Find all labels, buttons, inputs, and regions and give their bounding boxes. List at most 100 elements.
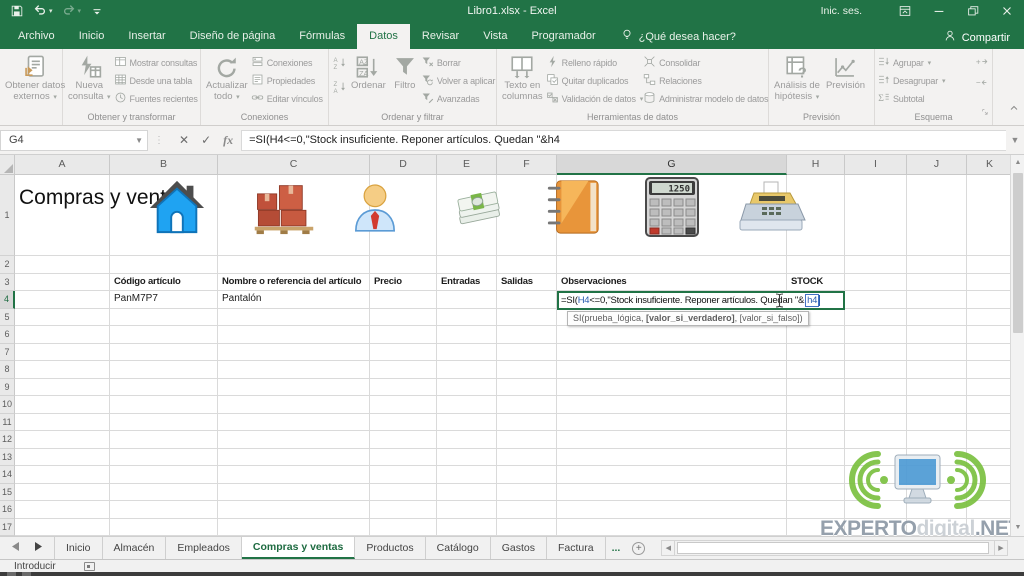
column-header-F[interactable]: F [497, 155, 557, 175]
house-image[interactable] [148, 178, 206, 241]
ribbon-button-actualizar-todo[interactable]: Actualizar todo ▾ [203, 52, 251, 104]
row-header-15[interactable]: 15 [0, 483, 15, 501]
row-header-4[interactable]: 4 [0, 291, 15, 309]
row-header-3[interactable]: 3 [0, 273, 15, 291]
tab-insertar[interactable]: Insertar [116, 24, 177, 49]
macro-record-icon[interactable] [83, 561, 95, 571]
notebook-image[interactable] [541, 178, 605, 241]
cell-G3[interactable]: Observaciones [558, 274, 788, 292]
hscroll-left-icon[interactable]: ◀ [662, 541, 676, 555]
ribbon-button-consolidar[interactable]: Consolidar [643, 55, 768, 70]
ribbon-button-texto-en-columnas[interactable]: Texto en columnas [499, 52, 546, 103]
ribbon-button-borrar[interactable]: Borrar [421, 55, 495, 70]
cash-register-image[interactable] [734, 181, 810, 240]
ribbon-button-hide-detail[interactable]: − [975, 76, 988, 94]
cell-D3[interactable]: Precio [371, 274, 438, 292]
tab-revisar[interactable]: Revisar [410, 24, 471, 49]
ribbon-button-editar-vinculos[interactable]: Editar vínculos [251, 91, 323, 106]
ribbon-button-filtro[interactable]: Filtro [389, 52, 421, 103]
share-button[interactable]: Compartir [943, 29, 1010, 46]
sheet-nav-left-icon[interactable] [12, 542, 20, 554]
cell-A1[interactable]: Compras y ventas [16, 175, 188, 256]
expand-formula-bar-icon[interactable]: ▼ [1006, 135, 1024, 145]
cell-E3[interactable]: Entradas [438, 274, 498, 292]
employee-image[interactable] [350, 180, 400, 240]
ribbon-button-show-detail[interactable]: + [975, 55, 988, 73]
column-header-I[interactable]: I [845, 155, 907, 175]
tab-formulas[interactable]: Fórmulas [287, 24, 357, 49]
confirm-entry-icon[interactable]: ✓ [201, 133, 211, 147]
column-header-C[interactable]: C [218, 155, 370, 175]
save-icon[interactable] [10, 4, 24, 18]
row-header-17[interactable]: 17 [0, 518, 15, 536]
sheet-tab-overflow[interactable]: ... [606, 537, 627, 559]
ribbon-button-sort-za[interactable]: ZA [333, 80, 347, 99]
sheet-tab-inicio[interactable]: Inicio [55, 537, 103, 559]
ribbon-button-prevision[interactable]: Previsión [823, 52, 868, 103]
minimize-icon[interactable] [922, 0, 956, 22]
row-header-1[interactable]: 1 [0, 175, 15, 256]
horizontal-scrollbar[interactable]: ◀ ▶ [661, 540, 1008, 556]
row-header-7[interactable]: 7 [0, 343, 15, 361]
row-header-5[interactable]: 5 [0, 308, 15, 326]
ribbon-button-ordenar[interactable]: AZ ZA Ordenar [348, 52, 389, 103]
ribbon-button-mostrar-consultas[interactable]: Mostrar consultas [114, 55, 198, 70]
column-header-K[interactable]: K [967, 155, 1013, 175]
insert-function-icon[interactable]: fx [223, 133, 233, 148]
ribbon-button-validacion-de-datos[interactable]: Validación de datos ▾ [546, 91, 643, 106]
ribbon-button-fuentes-recientes[interactable]: Fuentes recientes [114, 91, 198, 106]
ribbon-button-desagrupar[interactable]: Desagrupar ▾ [877, 73, 946, 88]
row-header-12[interactable]: 12 [0, 431, 15, 449]
vscroll-down-icon[interactable]: ▼ [1011, 520, 1024, 536]
boxes-image[interactable] [247, 182, 321, 240]
hscroll-right-icon[interactable]: ▶ [994, 541, 1007, 555]
sheet-tab-catalogo[interactable]: Catálogo [426, 537, 491, 559]
tab-diseno-de-pagina[interactable]: Diseño de página [178, 24, 288, 49]
tab-datos[interactable]: Datos [357, 24, 410, 49]
name-box-arrow-icon[interactable]: ▼ [135, 136, 143, 145]
ribbon-button-desde-una-tabla[interactable]: Desde una tabla [114, 73, 198, 88]
ribbon-button-relaciones[interactable]: Relaciones [643, 73, 768, 88]
sheet-tab-factura[interactable]: Factura [547, 537, 606, 559]
redo-icon[interactable]: ▾ [62, 3, 81, 20]
sign-in-link[interactable]: Inic. ses. [821, 5, 862, 17]
collapse-ribbon-icon[interactable] [1008, 101, 1020, 119]
row-header-6[interactable]: 6 [0, 326, 15, 344]
row-header-13[interactable]: 13 [0, 448, 15, 466]
calculator-image[interactable]: 1250 [644, 176, 700, 243]
row-header-14[interactable]: 14 [0, 466, 15, 484]
column-header-A[interactable]: A [15, 155, 110, 175]
cell-edit-box-G4[interactable]: =SI(H4 <=0,"Stock insuficiente. Reponer a… [557, 291, 845, 310]
ribbon-button-subtotal[interactable]: Σ Subtotal [877, 91, 945, 106]
sheet-tab-almacen[interactable]: Almacén [103, 537, 167, 559]
name-box[interactable]: G4 ▼ [0, 129, 148, 151]
sheet-tab-productos[interactable]: Productos [355, 537, 426, 559]
ribbon-button-avanzadas[interactable]: Avanzadas [421, 91, 495, 106]
new-sheet-button[interactable]: + [626, 537, 651, 559]
sheet-tab-gastos[interactable]: Gastos [491, 537, 547, 559]
ribbon-button-propiedades[interactable]: Propiedades [251, 73, 323, 88]
column-header-G[interactable]: G [557, 155, 787, 175]
row-header-2[interactable]: 2 [0, 256, 15, 274]
sheet-tab-empleados[interactable]: Empleados [166, 537, 242, 559]
ribbon-button-sort-az[interactable]: AZ [333, 56, 347, 75]
row-header-10[interactable]: 10 [0, 396, 15, 414]
undo-icon[interactable]: ▾ [33, 3, 53, 20]
tab-vista[interactable]: Vista [471, 24, 519, 49]
cell-F3[interactable]: Salidas [498, 274, 558, 292]
ribbon-button-quitar-duplicados[interactable]: Quitar duplicados [546, 73, 643, 88]
column-header-B[interactable]: B [110, 155, 218, 175]
customize-qat-icon[interactable] [90, 4, 104, 18]
column-header-E[interactable]: E [437, 155, 497, 175]
tab-inicio[interactable]: Inicio [67, 24, 117, 49]
ribbon-button-agrupar[interactable]: Agrupar ▾ [877, 55, 945, 70]
dialog-launcher-icon[interactable] [981, 104, 990, 122]
cancel-entry-icon[interactable]: ✕ [179, 133, 189, 147]
row-header-11[interactable]: 11 [0, 413, 15, 431]
sheet-nav-right-icon[interactable] [34, 542, 42, 554]
row-header-16[interactable]: 16 [0, 501, 15, 519]
cell-C3[interactable]: Nombre o referencia del artículo [219, 274, 371, 292]
hscroll-thumb[interactable] [677, 542, 989, 554]
ribbon-button-conexiones[interactable]: Conexiones [251, 55, 323, 70]
column-header-H[interactable]: H [787, 155, 845, 175]
